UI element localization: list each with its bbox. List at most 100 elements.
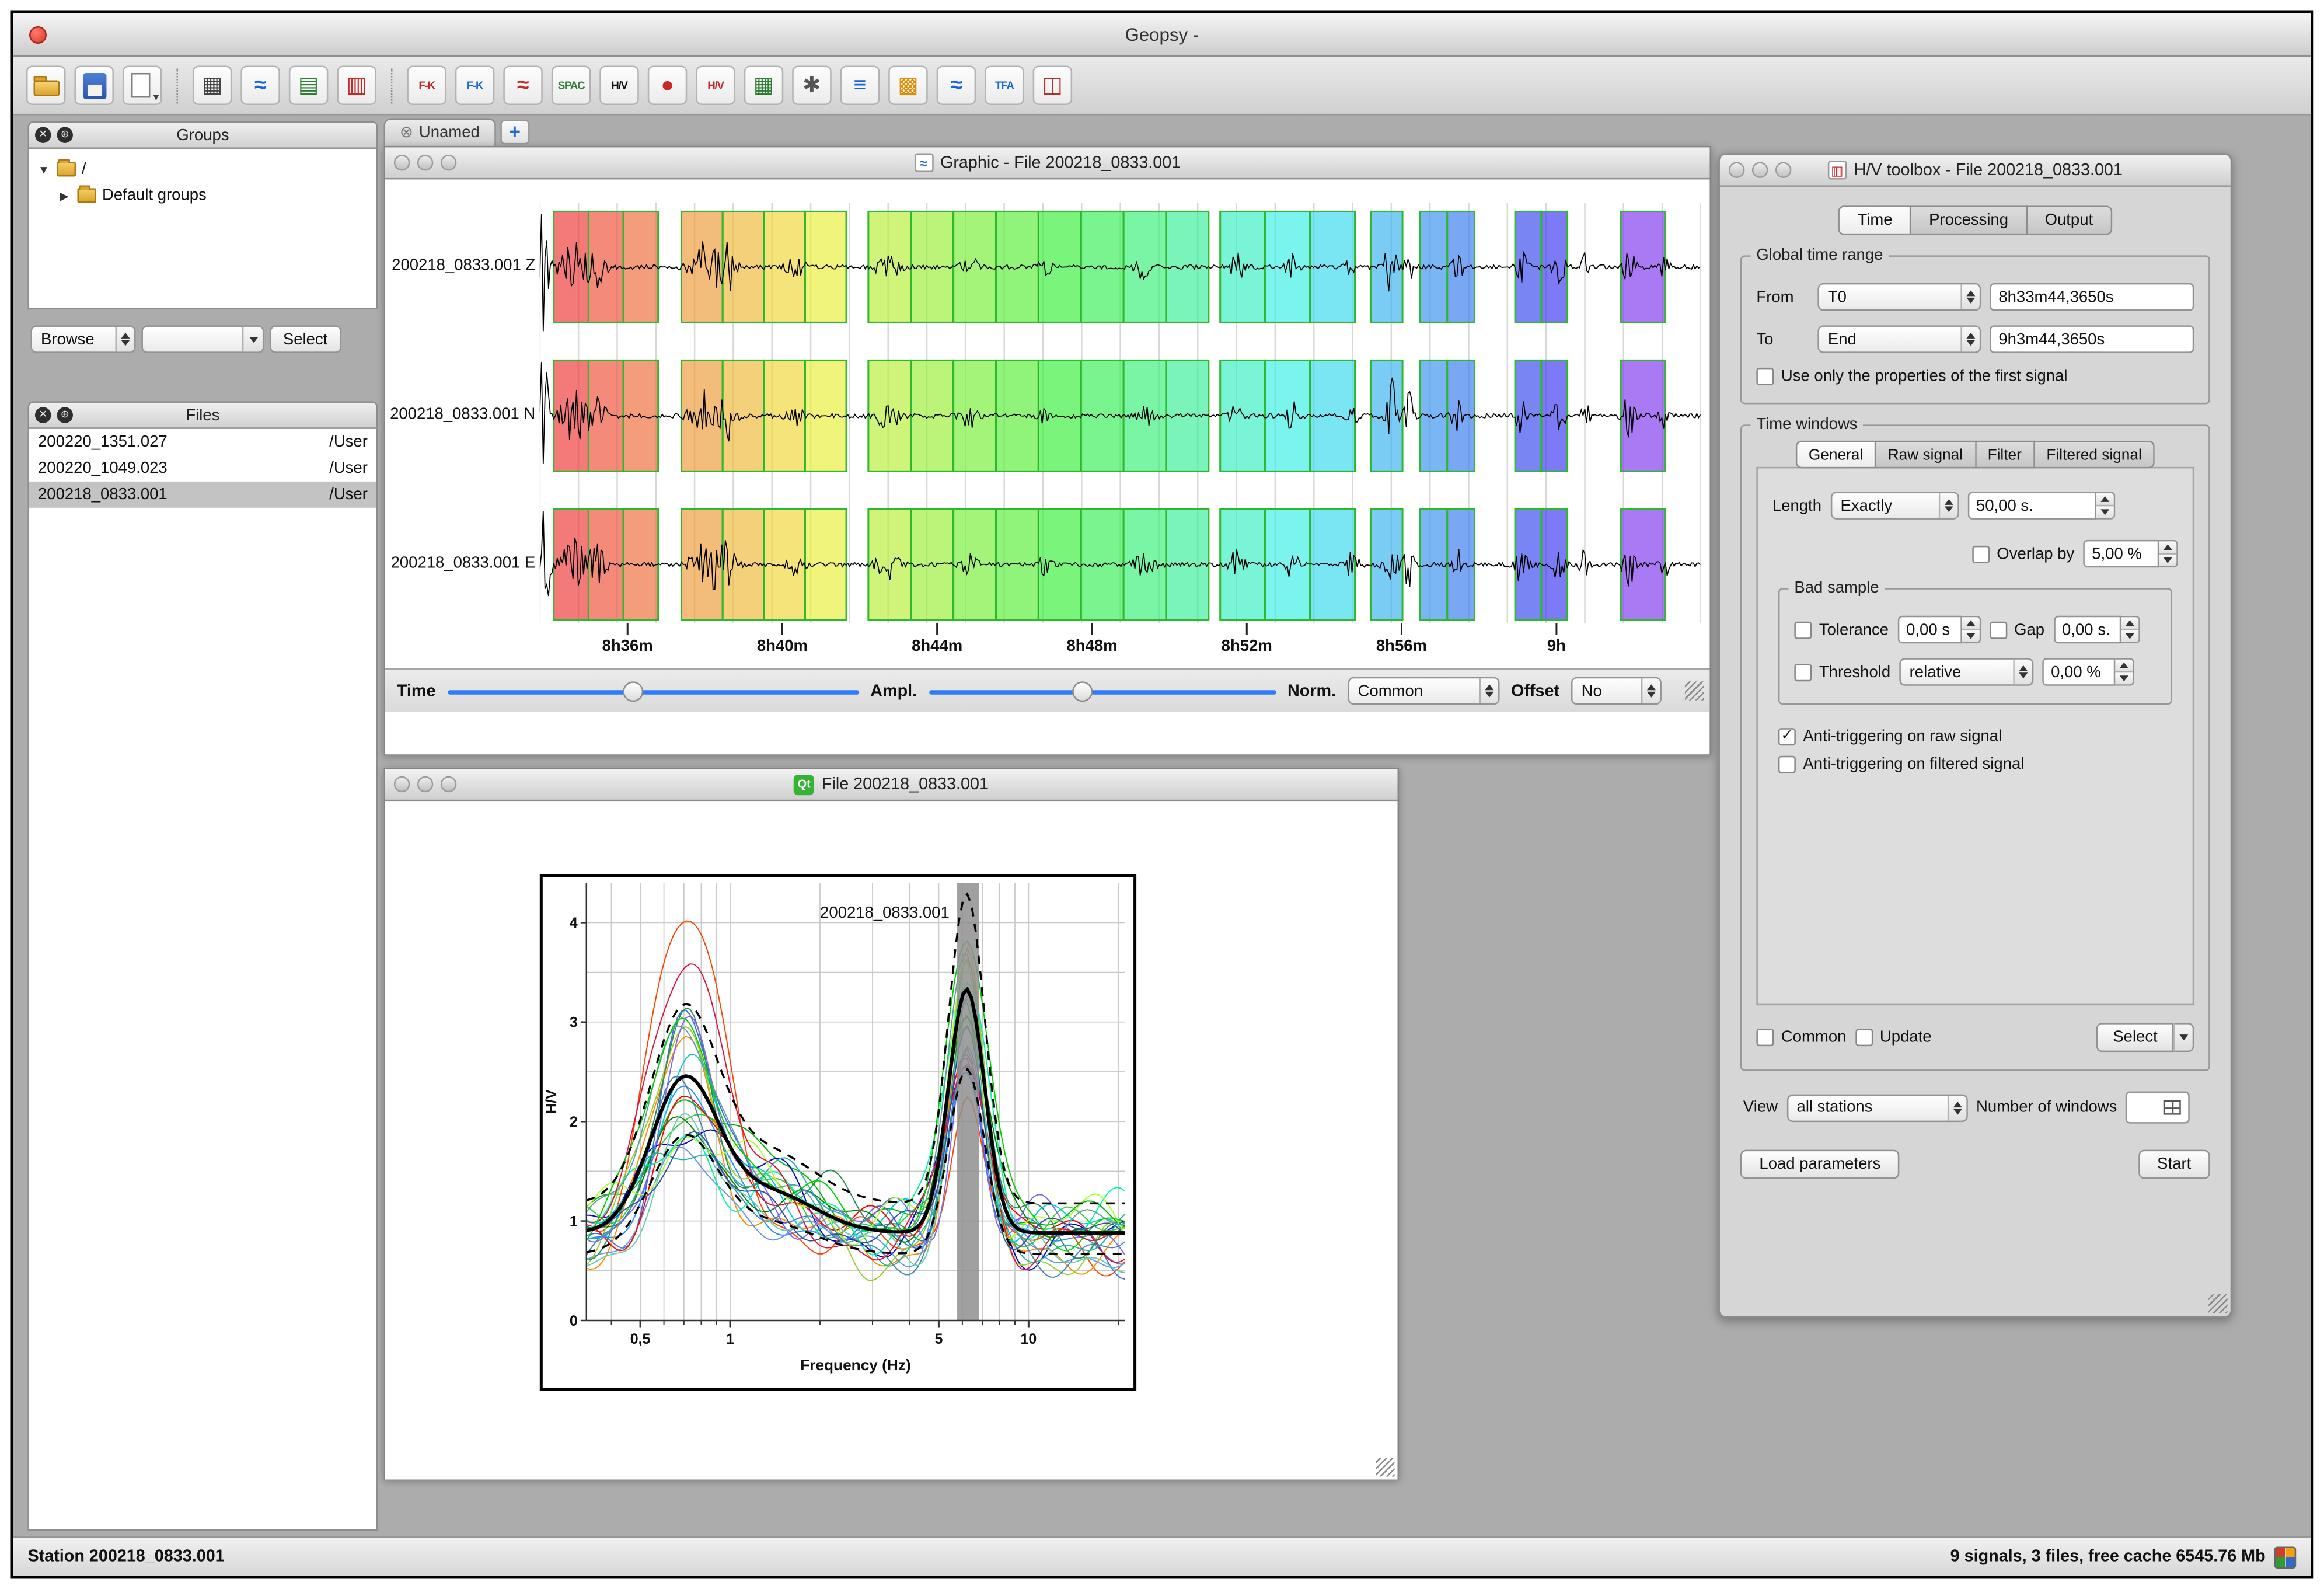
collapse-icon[interactable]: ▼ bbox=[36, 163, 51, 176]
toolbox-tab-time[interactable]: Time bbox=[1838, 205, 1911, 235]
export-icon[interactable]: ▾ bbox=[123, 65, 162, 104]
overlap-checkbox[interactable]: Overlap by bbox=[1972, 545, 2074, 563]
to-time-field[interactable]: 9h3m44,3650s bbox=[1990, 325, 2194, 353]
overlap-spinbox[interactable]: 5,00 % bbox=[2083, 540, 2178, 567]
save-icon[interactable] bbox=[74, 65, 113, 104]
groups-tree[interactable]: ▼/▶Default groups bbox=[27, 149, 378, 309]
hv-plot[interactable]: 0,5151001234Frequency (Hz)H/V200218_0833… bbox=[543, 877, 1133, 1388]
toolbox-minimize-dot[interactable] bbox=[1752, 162, 1768, 177]
tfa-toolbox-icon[interactable]: TFA bbox=[985, 65, 1024, 104]
amplitude-slider-thumb[interactable] bbox=[1072, 681, 1093, 701]
tree-item-default-groups[interactable]: ▶Default groups bbox=[33, 182, 372, 208]
graphic-view-icon[interactable]: ≈ bbox=[240, 65, 280, 104]
particle-motion-icon[interactable]: ✱ bbox=[792, 65, 831, 104]
hv-close-dot[interactable] bbox=[394, 776, 410, 792]
table-view-icon[interactable]: ▦ bbox=[193, 65, 232, 104]
gap-spinbox[interactable]: 0,00 s. bbox=[2053, 616, 2139, 643]
spinner-icon[interactable] bbox=[2115, 658, 2134, 685]
spac-toolbox-icon[interactable]: SPAC bbox=[552, 65, 591, 104]
select-windows-button-label[interactable]: Select bbox=[2097, 1023, 2173, 1052]
array-tool-icon[interactable]: ▦ bbox=[744, 65, 783, 104]
time-windows-tab-general[interactable]: General bbox=[1795, 441, 1876, 468]
gap-checkbox[interactable]: Gap bbox=[1990, 621, 2044, 639]
threshold-spinbox[interactable]: 0,00 % bbox=[2042, 658, 2134, 685]
browse-combo[interactable]: Browse bbox=[30, 325, 135, 353]
files-list[interactable]: 200220_1351.027/User200220_1049.023/User… bbox=[27, 429, 378, 1531]
groups-float-icon[interactable]: ⊕ bbox=[57, 127, 72, 142]
time-slider-thumb[interactable] bbox=[623, 681, 644, 701]
view-combo[interactable]: all stations bbox=[1786, 1093, 1967, 1121]
spinner-icon[interactable] bbox=[2120, 616, 2139, 643]
filter-tool-icon[interactable]: ≈ bbox=[937, 65, 976, 104]
hv-zoom-dot[interactable] bbox=[441, 776, 456, 792]
layers-view-icon[interactable]: ▥ bbox=[337, 65, 376, 104]
from-mode-combo[interactable]: T0 bbox=[1817, 283, 1981, 311]
file-row-200220_1049.023[interactable]: 200220_1049.023/User bbox=[29, 455, 376, 482]
hv-figure[interactable]: 0,5151001234Frequency (Hz)H/V200218_0833… bbox=[540, 874, 1136, 1391]
waveform-tool-icon[interactable]: ≈ bbox=[503, 65, 542, 104]
time-windows-tab-raw-signal[interactable]: Raw signal bbox=[1876, 441, 1976, 468]
load-parameters-button[interactable]: Load parameters bbox=[1740, 1150, 1900, 1179]
tab-unamed[interactable]: ⊗ Unamed bbox=[383, 118, 495, 145]
toolbox-tab-processing[interactable]: Processing bbox=[1911, 205, 2028, 235]
hv-rotate-toolbox-icon[interactable]: H/V bbox=[696, 65, 735, 104]
length-spinbox[interactable]: 50,00 s. bbox=[1967, 492, 2114, 519]
resize-grip[interactable] bbox=[1376, 1458, 1394, 1476]
select-windows-button[interactable]: Select bbox=[2097, 1023, 2194, 1052]
groups-close-icon[interactable]: ✕ bbox=[35, 127, 51, 142]
to-mode-combo[interactable]: End bbox=[1817, 325, 1981, 353]
fk-toolbox-icon[interactable]: F-K bbox=[407, 65, 446, 104]
tolerance-checkbox[interactable]: Tolerance bbox=[1794, 621, 1889, 639]
update-checkbox[interactable]: Update bbox=[1855, 1029, 1931, 1046]
offset-combo[interactable]: No bbox=[1571, 677, 1662, 705]
norm-combo[interactable]: Common bbox=[1348, 677, 1499, 705]
graphic-minimize-dot[interactable] bbox=[417, 155, 433, 170]
fk-active-toolbox-icon[interactable]: F-K bbox=[455, 65, 494, 104]
resize-grip[interactable] bbox=[2208, 1294, 2227, 1313]
common-checkbox[interactable]: Common bbox=[1756, 1029, 1846, 1046]
spectrum-tool-icon[interactable]: ▩ bbox=[888, 65, 927, 104]
tab-close-icon[interactable]: ⊗ bbox=[400, 125, 413, 141]
from-time-field[interactable]: 8h33m44,3650s bbox=[1990, 283, 2194, 311]
hv-minimize-dot[interactable] bbox=[417, 776, 433, 792]
tolerance-spinbox[interactable]: 0,00 s bbox=[1897, 616, 1980, 643]
anti-trigger-filtered-checkbox[interactable]: Anti-triggering on filtered signal bbox=[1778, 756, 2172, 773]
threshold-mode-combo[interactable]: relative bbox=[1899, 658, 2033, 685]
chevron-down-icon[interactable] bbox=[2173, 1023, 2194, 1052]
files-float-icon[interactable]: ⊕ bbox=[57, 407, 72, 423]
resize-grip[interactable] bbox=[1685, 681, 1704, 700]
toolbox-close-dot[interactable] bbox=[1729, 162, 1744, 177]
first-signal-checkbox[interactable]: Use only the properties of the first sig… bbox=[1756, 368, 2194, 385]
file-row-200220_1351.027[interactable]: 200220_1351.027/User bbox=[29, 429, 376, 455]
files-close-icon[interactable]: ✕ bbox=[35, 407, 51, 423]
map-view-icon[interactable]: ▤ bbox=[289, 65, 328, 104]
graphic-close-dot[interactable] bbox=[394, 155, 410, 170]
spinner-icon[interactable] bbox=[1962, 616, 1980, 643]
select-group-button[interactable]: Select bbox=[270, 325, 340, 353]
open-file-icon[interactable] bbox=[26, 65, 65, 104]
anti-trigger-raw-checkbox[interactable]: ✓ Anti-triggering on raw signal bbox=[1778, 728, 2172, 745]
damping-tool-icon[interactable]: ● bbox=[648, 65, 687, 104]
trace-plot[interactable] bbox=[540, 194, 1701, 635]
group-filter-combo[interactable] bbox=[141, 325, 264, 353]
add-tab-button[interactable]: + bbox=[500, 120, 529, 144]
hv-toolbox-icon[interactable]: H/V bbox=[599, 65, 638, 104]
threshold-checkbox[interactable]: Threshold bbox=[1794, 663, 1890, 681]
time-windows-tab-filter[interactable]: Filter bbox=[1976, 441, 2035, 468]
amplitude-slider[interactable] bbox=[929, 681, 1276, 701]
toolbox-zoom-dot[interactable] bbox=[1775, 162, 1791, 177]
spinner-icon[interactable] bbox=[2159, 540, 2178, 567]
length-mode-combo[interactable]: Exactly bbox=[1830, 492, 1959, 519]
file-row-200218_0833.001[interactable]: 200218_0833.001/User bbox=[29, 482, 376, 508]
graphic-zoom-dot[interactable] bbox=[441, 155, 456, 170]
tree-item-root[interactable]: ▼/ bbox=[33, 156, 372, 182]
toolbox-tab-output[interactable]: Output bbox=[2028, 205, 2112, 235]
start-button[interactable]: Start bbox=[2138, 1150, 2210, 1179]
window-close-button[interactable] bbox=[29, 26, 47, 43]
time-slider[interactable] bbox=[447, 681, 859, 701]
spinner-icon[interactable] bbox=[2096, 492, 2114, 519]
time-windows-tab-filtered-signal[interactable]: Filtered signal bbox=[2035, 441, 2155, 468]
expand-icon[interactable]: ▶ bbox=[57, 189, 71, 202]
quit-icon[interactable]: ◫ bbox=[1033, 65, 1072, 104]
chronogram-icon[interactable]: ≡ bbox=[840, 65, 880, 104]
